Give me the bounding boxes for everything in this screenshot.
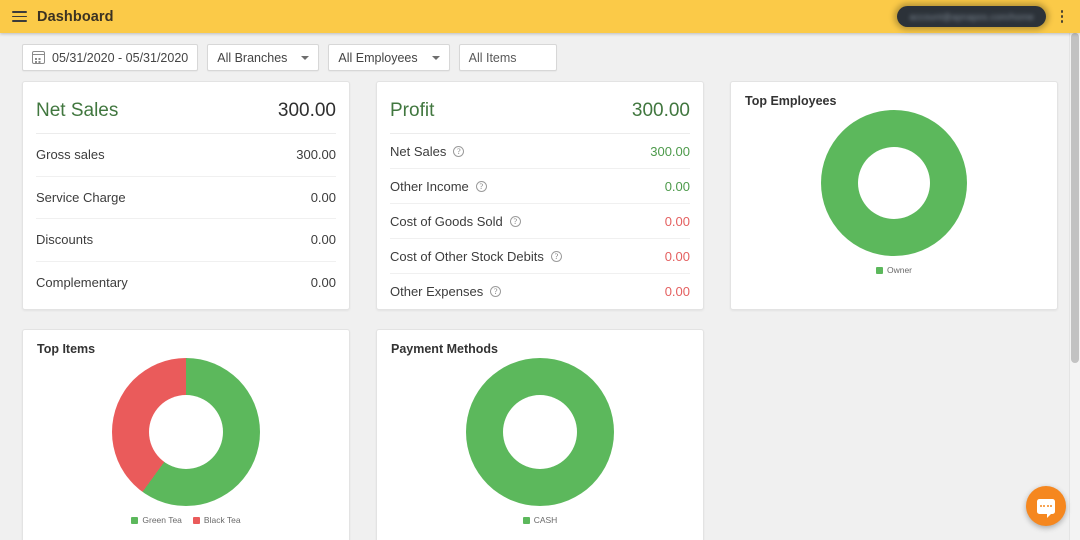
net-sales-title: Net Sales (36, 100, 119, 121)
row-value: 0.00 (664, 248, 690, 264)
help-circle-icon[interactable]: ? (475, 180, 487, 192)
legend-swatch (131, 516, 139, 524)
row-label: Complementary (36, 275, 128, 291)
account-email-pill[interactable]: account@apnapos.com/home (897, 6, 1046, 27)
legend-swatch (522, 516, 530, 524)
profit-row: Cost of Goods Sold ? 0.00 (390, 204, 690, 239)
legend-item[interactable]: Owner (875, 265, 913, 275)
row-value: 0.00 (664, 178, 690, 194)
top-employees-legend: Owner (875, 265, 913, 275)
row-label: Gross sales (36, 147, 105, 163)
row-label: Other Expenses ? (390, 284, 502, 299)
date-range-picker[interactable]: 05/31/2020 - 05/31/2020 (22, 44, 199, 71)
row-value: 0.00 (664, 213, 690, 229)
chat-support-button[interactable] (1026, 486, 1066, 526)
net-sales-header: Net Sales 300.00 (36, 86, 336, 134)
row-value: 0.00 (310, 275, 336, 291)
legend-label: Green Tea (142, 515, 182, 525)
payment-methods-chart[interactable]: CASH (391, 358, 689, 525)
legend-item[interactable]: Green Tea (131, 515, 182, 525)
top-items-legend: Green Tea Black Tea (131, 515, 241, 525)
legend-swatch (192, 516, 200, 524)
row-value: 0.00 (310, 232, 336, 248)
app-header-bar: Dashboard account@apnapos.com/home (0, 0, 1080, 33)
net-sales-row: Discounts 0.00 (36, 219, 336, 262)
profit-row: Net Sales ? 300.00 (390, 134, 690, 169)
top-employees-chart[interactable]: Owner (745, 110, 1043, 275)
row-label: Net Sales ? (390, 143, 465, 159)
legend-label: Black Tea (203, 515, 241, 525)
help-circle-icon[interactable]: ? (550, 250, 562, 262)
row-value: 0.00 (664, 284, 690, 299)
legend-swatch (875, 266, 883, 274)
legend-label: Owner (886, 265, 913, 275)
branches-dropdown-value: All Branches (217, 50, 288, 65)
donut-chart[interactable] (112, 358, 260, 506)
page-title: Dashboard (37, 8, 114, 25)
filter-toolbar: 05/31/2020 - 05/31/2020 All Branches All… (0, 33, 1080, 81)
page-scrollbar[interactable] (1069, 33, 1080, 540)
profit-row: Other Income ? 0.00 (390, 169, 690, 204)
row-label: Other Income ? (390, 179, 487, 194)
top-employees-card: Top Employees Owner (730, 81, 1058, 310)
items-filter-input[interactable]: All Items (458, 44, 557, 71)
chat-bubble-icon (1037, 498, 1055, 518)
net-sales-row: Gross sales 300.00 (36, 134, 336, 177)
hamburger-menu-icon[interactable] (6, 4, 32, 30)
donut-chart[interactable] (821, 110, 967, 256)
row-label: Cost of Other Stock Debits ? (390, 249, 562, 264)
calendar-icon (31, 51, 46, 64)
legend-label: CASH (533, 515, 558, 525)
chevron-down-icon (431, 55, 440, 60)
legend-item[interactable]: CASH (522, 515, 558, 525)
row-label-text: Cost of Other Stock Debits (390, 248, 544, 264)
row-label-text: Other Expenses (390, 284, 484, 299)
top-items-title: Top Items (37, 342, 96, 356)
empty-grid-cell (730, 329, 1058, 540)
payment-methods-legend: CASH (522, 515, 558, 525)
row-label-text: Other Income (390, 178, 469, 194)
row-value: 300.00 (650, 143, 690, 159)
profit-title: Profit (390, 100, 435, 121)
profit-row: Other Expenses ? 0.00 (390, 274, 690, 309)
donut-chart[interactable] (466, 358, 614, 506)
employees-dropdown[interactable]: All Employees (328, 44, 450, 71)
row-label: Cost of Goods Sold ? (390, 214, 521, 229)
payment-methods-title: Payment Methods (391, 342, 498, 356)
account-email-text: account@apnapos.com/home (909, 11, 1034, 22)
date-range-value: 05/31/2020 - 05/31/2020 (52, 50, 189, 65)
payment-methods-card: Payment Methods CASH (376, 329, 704, 540)
row-label-text: Cost of Goods Sold (390, 213, 503, 229)
vertical-dots-icon[interactable] (1052, 4, 1072, 30)
legend-item[interactable]: Black Tea (192, 515, 241, 525)
chevron-down-icon (301, 55, 310, 60)
dashboard-grid: Net Sales 300.00 Gross sales 300.00 Serv… (0, 81, 1080, 540)
top-employees-title: Top Employees (745, 94, 837, 108)
scrollbar-thumb[interactable] (1071, 33, 1079, 363)
net-sales-row: Service Charge 0.00 (36, 177, 336, 219)
branches-dropdown[interactable]: All Branches (207, 44, 320, 71)
profit-row: Cost of Other Stock Debits ? 0.00 (390, 239, 690, 274)
employees-dropdown-value: All Employees (338, 50, 418, 65)
top-items-card: Top Items Green Tea Black Tea (22, 329, 350, 540)
net-sales-card: Net Sales 300.00 Gross sales 300.00 Serv… (22, 81, 350, 310)
help-circle-icon[interactable]: ? (453, 145, 465, 157)
row-label: Service Charge (36, 189, 126, 205)
row-value: 0.00 (310, 189, 336, 205)
profit-total: 300.00 (631, 100, 690, 121)
net-sales-total: 300.00 (277, 100, 336, 121)
net-sales-row: Complementary 0.00 (36, 262, 336, 305)
help-circle-icon[interactable]: ? (509, 215, 521, 227)
top-items-chart[interactable]: Green Tea Black Tea (37, 358, 335, 525)
profit-card: Profit 300.00 Net Sales ? 300.00 Other I… (376, 81, 704, 310)
row-label: Discounts (36, 232, 94, 248)
items-filter-value: All Items (468, 50, 517, 65)
row-label-text: Net Sales (390, 143, 447, 159)
profit-header: Profit 300.00 (390, 86, 690, 134)
help-circle-icon[interactable]: ? (490, 286, 502, 297)
row-value: 300.00 (296, 147, 336, 163)
